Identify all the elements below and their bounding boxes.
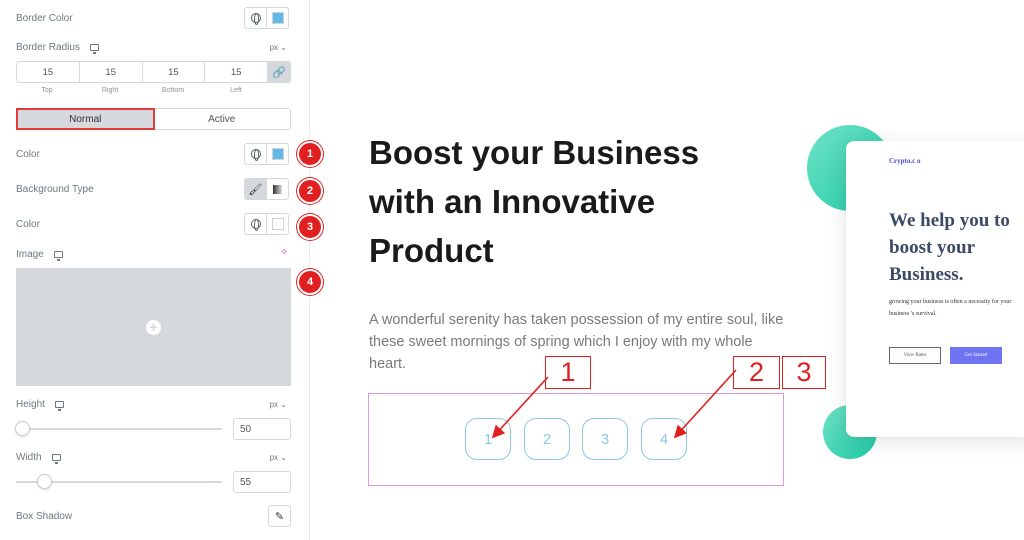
card-heading: We help you to boost your Business. <box>889 210 1010 285</box>
gradient-icon[interactable] <box>266 179 288 199</box>
settings-panel: Border Color Border Radius px ⌄ 15 15 15… <box>0 0 310 540</box>
color-swatch[interactable] <box>266 8 288 28</box>
background-color-control[interactable] <box>244 213 289 235</box>
global-icon[interactable] <box>245 214 266 234</box>
tab-active[interactable]: Active <box>154 109 291 129</box>
edit-pencil-icon[interactable]: ✎ <box>268 505 291 527</box>
slider-handle[interactable] <box>36 474 52 489</box>
radius-side-label: Left <box>230 87 242 94</box>
ai-sparkle-icon[interactable]: ✧ <box>280 247 288 258</box>
radius-top-input[interactable]: 15 <box>17 62 80 82</box>
width-input[interactable]: 55 <box>233 471 291 493</box>
color-label: Color <box>16 149 40 160</box>
color-swatch[interactable] <box>266 144 288 164</box>
global-icon[interactable] <box>245 8 266 28</box>
unit-select[interactable]: px ⌄ <box>270 400 287 409</box>
unit-select[interactable]: px ⌄ <box>270 43 287 52</box>
width-slider[interactable] <box>16 474 222 489</box>
preview-canvas: Boost your Business with an Innovative P… <box>311 0 1024 540</box>
color-label-2: Color <box>16 219 40 230</box>
height-slider[interactable] <box>15 421 222 436</box>
desktop-icon[interactable] <box>51 454 61 464</box>
slider-handle[interactable] <box>15 421 30 436</box>
height-input[interactable]: 50 <box>233 418 291 440</box>
global-icon[interactable] <box>245 144 266 164</box>
image-placeholder[interactable]: + <box>16 268 291 386</box>
desktop-icon[interactable] <box>53 251 63 261</box>
radius-side-label: Right <box>101 87 119 94</box>
callout-arrow <box>673 369 737 439</box>
view-rates-button[interactable]: View Rates <box>889 347 941 364</box>
callout-arrow <box>491 376 549 439</box>
state-tabs: Normal Active <box>16 108 291 130</box>
radius-right-input[interactable]: 15 <box>80 62 143 82</box>
border-color-label: Border Color <box>16 13 73 24</box>
radius-bottom-input[interactable]: 15 <box>143 62 206 82</box>
add-image-icon[interactable]: + <box>146 319 161 335</box>
preview-card: Crypto.c o We help you to boost your Bus… <box>846 141 1024 437</box>
unit-select[interactable]: px ⌄ <box>270 453 287 462</box>
card-logo: Crypto.c o <box>889 157 921 165</box>
radius-side-label: Bottom <box>161 87 185 94</box>
radius-side-label: Top <box>41 87 53 94</box>
color-control[interactable] <box>244 143 289 165</box>
link-icon[interactable]: 🔗 <box>268 62 290 82</box>
border-radius-inputs: 15 15 15 15 🔗 <box>16 61 291 83</box>
border-color-control[interactable] <box>244 7 289 29</box>
tab-normal[interactable]: Normal <box>16 108 155 130</box>
card-text: growing your business is often a necessi… <box>889 299 1012 317</box>
width-label: Width <box>16 452 61 464</box>
desktop-icon[interactable] <box>54 401 64 411</box>
box-shadow-label: Box Shadow <box>16 511 73 522</box>
background-type-control[interactable]: 🖌 <box>244 178 289 200</box>
border-radius-label: Border Radius <box>16 42 99 54</box>
height-label: Height <box>16 399 64 411</box>
color-swatch[interactable] <box>266 214 288 234</box>
brush-icon[interactable]: 🖌 <box>245 179 266 199</box>
get-started-button[interactable]: Get Started <box>950 347 1002 364</box>
image-label: Image <box>16 249 63 261</box>
radius-left-input[interactable]: 15 <box>205 62 268 82</box>
background-type-label: Background Type <box>16 184 94 195</box>
desktop-icon[interactable] <box>89 44 99 54</box>
